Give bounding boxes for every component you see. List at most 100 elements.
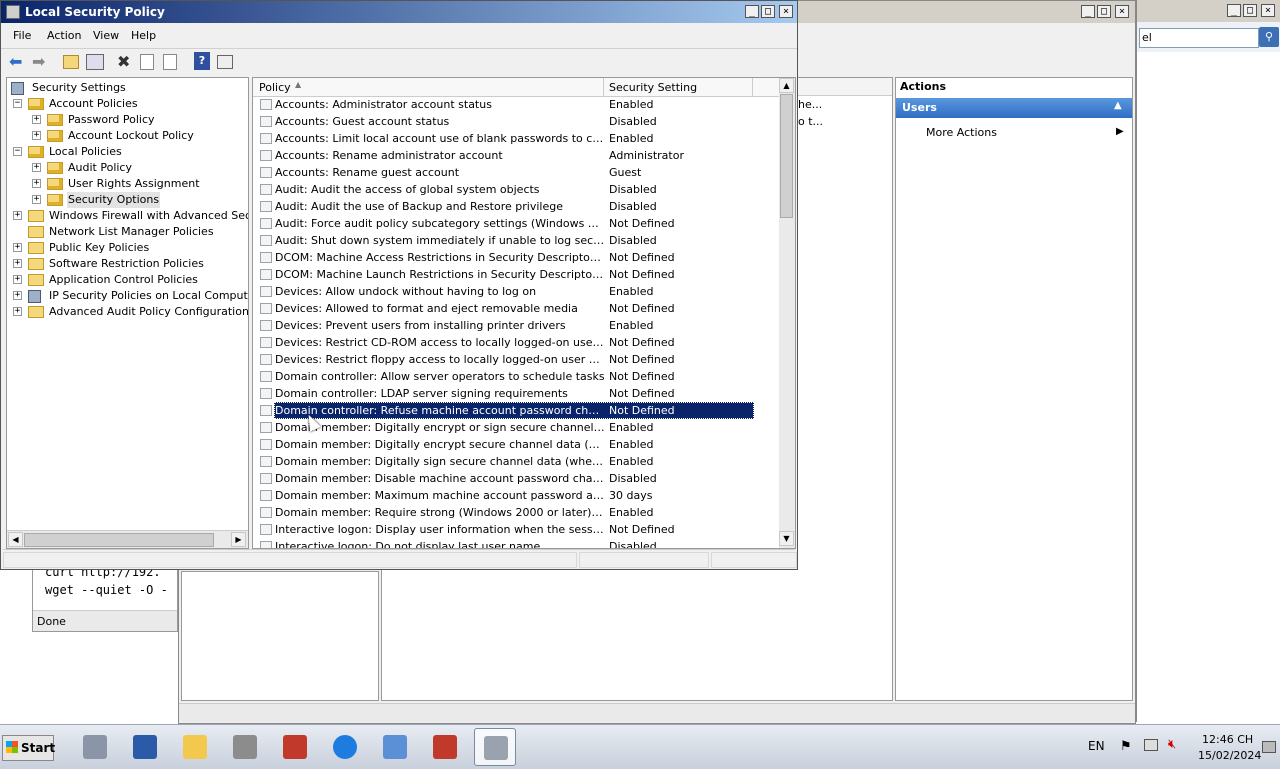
tree-node[interactable]: + Password Policy (7, 112, 247, 128)
close-icon[interactable]: × (1115, 5, 1129, 18)
taskbar-app-tools-icon[interactable] (224, 728, 266, 766)
actions-section-users[interactable]: Users ▲ (896, 98, 1132, 118)
tree-node[interactable]: + Public Key Policies (7, 240, 247, 256)
policy-row[interactable]: Devices: Restrict floppy access to local… (255, 351, 755, 368)
tree-node[interactable]: + Windows Firewall with Advanced Security (7, 208, 248, 224)
tree-hscroll-thumb[interactable] (24, 533, 214, 547)
tree-node[interactable]: − Local Policies (7, 144, 247, 160)
help-icon[interactable]: ? (194, 52, 210, 70)
show-hide-tree-icon[interactable] (86, 54, 104, 70)
clock-time[interactable]: 12:46 CH (1202, 733, 1253, 746)
list-vscroll[interactable]: ▲ ▼ (779, 78, 795, 548)
flag-icon[interactable]: ⚑ (1120, 739, 1132, 754)
more-actions-item[interactable]: More Actions ▶ (926, 126, 1126, 142)
taskbar-app-explorer-icon[interactable] (174, 728, 216, 766)
collapse-icon[interactable]: − (13, 147, 22, 156)
policy-row[interactable]: Audit: Audit the access of global system… (255, 181, 755, 198)
tree-node[interactable]: Network List Manager Policies (7, 224, 247, 240)
collapse-icon[interactable]: ▲ (1114, 100, 1122, 111)
tree-node[interactable]: + Software Restriction Policies (7, 256, 247, 272)
mmc-window-icon[interactable] (217, 55, 233, 69)
expand-icon[interactable]: + (32, 115, 41, 124)
menu-action[interactable]: Action (47, 26, 81, 46)
policy-row[interactable]: Devices: Allowed to format and eject rem… (255, 300, 755, 317)
tree-node[interactable]: + IP Security Policies on Local Computer (7, 288, 248, 304)
policy-row[interactable]: DCOM: Machine Launch Restrictions in Sec… (255, 266, 755, 283)
policy-row[interactable]: Audit: Shut down system immediately if u… (255, 232, 755, 249)
policy-row[interactable]: Accounts: Rename administrator account Ad… (255, 147, 755, 164)
network-icon[interactable] (1144, 739, 1158, 751)
scroll-left-icon[interactable]: ◀ (8, 532, 23, 547)
policy-row[interactable]: Domain member: Maximum machine account p… (255, 487, 755, 504)
tree-node[interactable]: + User Rights Assignment (7, 176, 247, 192)
expand-icon[interactable]: + (32, 131, 41, 140)
expand-icon[interactable]: + (32, 179, 41, 188)
tree-node[interactable]: + Account Lockout Policy (7, 128, 247, 144)
expand-icon[interactable]: + (13, 291, 22, 300)
policy-row[interactable]: Interactive logon: Do not display last u… (255, 538, 755, 548)
lsp-titlebar[interactable]: Local Security Policy _ □ × (1, 1, 797, 23)
export-list-icon[interactable] (163, 54, 177, 70)
collapse-icon[interactable]: − (13, 99, 22, 108)
maximize-icon[interactable]: □ (1097, 5, 1111, 18)
expand-icon[interactable]: + (13, 211, 22, 220)
tree-node[interactable]: + Application Control Policies (7, 272, 247, 288)
language-indicator[interactable]: EN (1088, 739, 1105, 753)
minimize-icon[interactable]: _ (1227, 4, 1241, 17)
back-icon[interactable]: ⬅ (9, 52, 27, 71)
tree-node[interactable]: Security Settings (7, 80, 247, 96)
policy-row[interactable]: Accounts: Guest account status Disabled (255, 113, 755, 130)
forward-icon[interactable]: ➡ (32, 52, 50, 71)
expand-icon[interactable]: + (13, 243, 22, 252)
tree-node[interactable]: − Account Policies (7, 96, 247, 112)
column-header-policy[interactable]: Policy ▲ (253, 78, 604, 96)
taskbar-app-powershell-icon[interactable] (124, 728, 166, 766)
policy-row[interactable]: Audit: Audit the use of Backup and Resto… (255, 198, 755, 215)
policy-row[interactable]: Domain member: Digitally encrypt or sign… (255, 419, 755, 436)
taskbar-app-control-panel-icon[interactable] (374, 728, 416, 766)
policy-row[interactable]: Audit: Force audit policy subcategory se… (255, 215, 755, 232)
policy-row[interactable]: Accounts: Limit local account use of bla… (255, 130, 755, 147)
search-icon[interactable]: ⚲ (1259, 27, 1279, 47)
expand-icon[interactable]: + (32, 195, 41, 204)
scroll-up-icon[interactable]: ▲ (779, 78, 794, 93)
taskbar-app-security-policy-icon[interactable] (474, 728, 516, 766)
close-icon[interactable]: × (779, 5, 793, 18)
taskbar-app-server-manager-icon[interactable] (74, 728, 116, 766)
properties-icon[interactable] (140, 54, 154, 70)
tree-hscroll[interactable]: ◀ ▶ (7, 530, 248, 548)
tree-node[interactable]: + Advanced Audit Policy Configuration (7, 304, 248, 320)
clock-date[interactable]: 15/02/2024 (1198, 749, 1261, 762)
taskbar-app-toolbox-icon[interactable] (424, 728, 466, 766)
minimize-icon[interactable]: _ (745, 5, 759, 18)
up-folder-icon[interactable] (63, 55, 79, 69)
policy-row[interactable]: Interactive logon: Display user informat… (255, 521, 755, 538)
show-desktop-icon[interactable] (1262, 741, 1276, 753)
policy-row[interactable]: Domain controller: LDAP server signing r… (255, 385, 755, 402)
policy-row[interactable]: Domain controller: Allow server operator… (255, 368, 755, 385)
expand-icon[interactable]: + (32, 163, 41, 172)
search-box[interactable]: el (1139, 28, 1259, 48)
menu-file[interactable]: File (13, 26, 31, 46)
scroll-right-icon[interactable]: ▶ (231, 532, 246, 547)
column-header-setting[interactable]: Security Setting (604, 78, 753, 96)
tree-node[interactable]: + Audit Policy (7, 160, 247, 176)
policy-row[interactable]: Accounts: Rename guest account Guest (255, 164, 755, 181)
policy-row[interactable]: Domain member: Require strong (Windows 2… (255, 504, 755, 521)
minimize-icon[interactable]: _ (1081, 5, 1095, 18)
expand-icon[interactable]: + (13, 259, 22, 268)
maximize-icon[interactable]: □ (761, 5, 775, 18)
policy-row[interactable]: Domain controller: Refuse machine accoun… (255, 402, 755, 419)
list-vscroll-thumb[interactable] (780, 94, 793, 218)
policy-row[interactable]: Devices: Restrict CD-ROM access to local… (255, 334, 755, 351)
volume-muted-icon[interactable]: 🔇︎ (1168, 737, 1176, 752)
taskbar-app-ie-icon[interactable] (324, 728, 366, 766)
policy-row[interactable]: Accounts: Administrator account status En… (255, 96, 755, 113)
menu-view[interactable]: View (93, 26, 119, 46)
policy-row[interactable]: Devices: Prevent users from installing p… (255, 317, 755, 334)
menu-help[interactable]: Help (131, 26, 156, 46)
policy-row[interactable]: Domain member: Digitally sign secure cha… (255, 453, 755, 470)
policy-row[interactable]: Domain member: Disable machine account p… (255, 470, 755, 487)
policy-row[interactable]: Domain member: Digitally encrypt secure … (255, 436, 755, 453)
close-icon[interactable]: × (1261, 4, 1275, 17)
